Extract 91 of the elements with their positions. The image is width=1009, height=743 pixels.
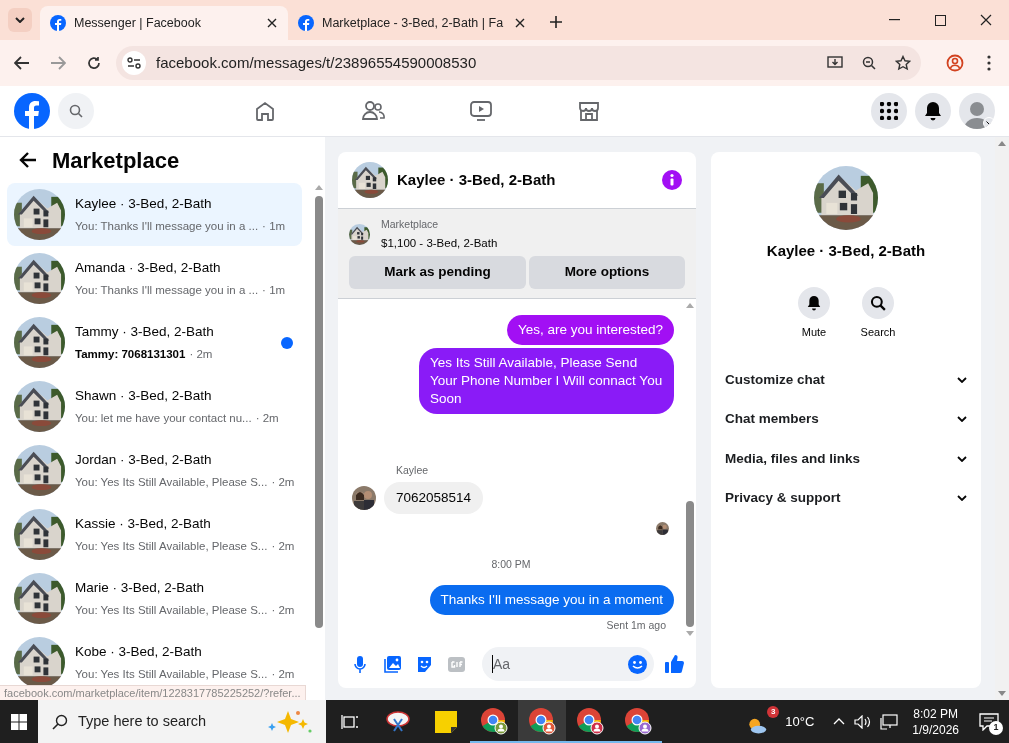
caret-icon [15, 17, 25, 23]
chrome-icon[interactable] [518, 700, 566, 743]
message-preview: You: let me have your contact nu... [75, 410, 252, 426]
browser-tab[interactable]: Messenger | Facebook [40, 6, 288, 40]
scroll-up-icon [686, 303, 694, 308]
account-avatar[interactable] [959, 93, 995, 129]
action-button[interactable]: More options [529, 256, 685, 289]
message-preview: You: Yes Its Still Available, Please S... [75, 538, 268, 554]
message-time: · 2m [271, 666, 295, 682]
temperature: 10°C [785, 712, 815, 731]
conversation-item[interactable]: Jordan · 3-Bed, 2-Bath You: Yes Its Still Available, Please S... · 2m [7, 439, 302, 502]
conversation-title: Tammy · 3-Bed, 2-Bath [75, 323, 215, 342]
url-text: facebook.com/messages/t/23896554590008530 [156, 52, 478, 73]
browser-tab[interactable]: Marketplace - 3-Bed, 2-Bath | Fa [288, 6, 536, 40]
message-time: · 2m [271, 602, 295, 618]
message-time: · 2m [271, 474, 295, 490]
section-row[interactable]: Customize chat [725, 360, 967, 400]
conversation-item[interactable]: Kaylee · 3-Bed, 2-Bath You: Thanks I'll message you in a ... · 1m [7, 183, 302, 246]
search-icon [52, 713, 68, 730]
conversation-title: Amanda · 3-Bed, 2-Bath [75, 259, 222, 278]
sparkle-icon [266, 708, 312, 735]
conversation-item[interactable]: Kobe · 3-Bed, 2-Bath You: Yes Its Still Available, Please S... · 2m [7, 631, 302, 685]
info-icon[interactable] [662, 170, 682, 190]
conversation-item[interactable]: Marie · 3-Bed, 2-Bath You: Yes Its Still Available, Please S... · 2m [7, 567, 302, 630]
conversation-item[interactable]: Tammy · 3-Bed, 2-Bath Tammy: 7068131301 · 2m [7, 311, 302, 374]
message-preview: Tammy: 7068131301 [75, 346, 186, 362]
notification-count: 1 [989, 721, 1003, 735]
message-time: · 1m [262, 282, 286, 298]
conversation-title: Marie · 3-Bed, 2-Bath [75, 579, 206, 598]
close-icon[interactable] [266, 17, 278, 29]
message-time: · 2m [189, 346, 213, 362]
contact-name: Kaylee · 3-Bed, 2-Bath [766, 241, 926, 261]
back-arrow-icon[interactable] [18, 150, 38, 170]
chat-title: Kaylee · 3-Bed, 2-Bath [397, 169, 557, 190]
message-preview: You: Thanks I'll message you in a ... [75, 282, 259, 298]
conversation-title: Kobe · 3-Bed, 2-Bath [75, 643, 203, 662]
notification-center-icon[interactable] [979, 712, 999, 731]
scroll-down-icon [686, 631, 694, 636]
scroll-up-icon [315, 185, 323, 190]
message-time: · 1m [262, 218, 286, 234]
sent-message: Thanks I'll message you in a moment [429, 584, 674, 615]
site-settings-icon[interactable] [122, 51, 146, 75]
conversation-title: Kaylee · 3-Bed, 2-Bath [75, 195, 213, 214]
timestamp: 8:00 PM [491, 557, 531, 572]
message-preview: You: Yes Its Still Available, Please S... [75, 666, 268, 682]
message-input[interactable]: Aa [482, 647, 654, 681]
taskbar-search[interactable]: Type here to search [38, 700, 326, 743]
facebook-logo-icon[interactable] [14, 93, 50, 129]
search-icon[interactable] [862, 286, 894, 319]
action-label: Search [860, 324, 896, 340]
sent-message: Yes, are you interested? [506, 315, 674, 345]
close-icon[interactable] [514, 17, 526, 29]
action-button[interactable]: Mark as pending [349, 256, 526, 289]
facebook-icon [298, 15, 314, 31]
conversation-item[interactable]: Amanda · 3-Bed, 2-Bath You: Thanks I'll message you in a ... · 1m [7, 247, 302, 310]
scrollbar-thumb[interactable] [686, 501, 694, 627]
listing-price: $1,100 - 3-Bed, 2-Bath [381, 235, 498, 251]
conversation-title: Kassie · 3-Bed, 2-Bath [75, 515, 212, 534]
listing-label: Marketplace [381, 217, 440, 232]
sender-name: Kaylee [396, 463, 430, 478]
address-bar[interactable]: facebook.com/messages/t/23896554590008530 [116, 46, 921, 80]
weather-badge: 3 [767, 705, 780, 718]
clock[interactable]: 8:02 PM 1/9/2026 [902, 705, 969, 738]
conversation-title: Shawn · 3-Bed, 2-Bath [75, 387, 213, 406]
bell-icon[interactable] [798, 286, 830, 319]
delivery-status: Sent 1m ago [606, 617, 666, 633]
like-icon[interactable] [662, 652, 686, 676]
scroll-up-icon [998, 141, 1006, 146]
panel-title: Marketplace [52, 146, 180, 175]
conversation-title: Jordan · 3-Bed, 2-Bath [75, 451, 213, 470]
scrollbar-thumb[interactable] [315, 196, 323, 628]
message-time: · 2m [255, 410, 279, 426]
conversation-item[interactable]: Kassie · 3-Bed, 2-Bath You: Yes Its Still Available, Please S... · 2m [7, 503, 302, 566]
tab-list-button[interactable] [8, 8, 32, 32]
status-url: facebook.com/marketplace/item/1228317785225252/?refer... [0, 685, 306, 700]
section-row[interactable]: Chat members [725, 399, 967, 439]
section-row[interactable]: Privacy & support [725, 478, 967, 518]
scroll-down-icon [998, 691, 1006, 696]
notifications-icon[interactable] [915, 93, 951, 129]
message-preview: You: Yes Its Still Available, Please S... [75, 602, 268, 618]
section-row[interactable]: Media, files and links [725, 439, 967, 479]
message-preview: You: Thanks I'll message you in a ... [75, 218, 259, 234]
menu-grid-icon[interactable] [871, 93, 907, 129]
action-label: Mute [801, 324, 827, 340]
message-preview: You: Yes Its Still Available, Please S... [75, 474, 268, 490]
conversation-item[interactable]: Shawn · 3-Bed, 2-Bath You: let me have your contact nu... · 2m [7, 375, 302, 438]
emoji-icon[interactable] [626, 653, 648, 675]
facebook-icon [50, 15, 66, 31]
received-message: 7062058514 [384, 481, 484, 514]
sent-message: Yes Its Still Available, Please Send Your Phone Number I Will connact You Soon [419, 348, 674, 414]
message-time: · 2m [271, 538, 295, 554]
